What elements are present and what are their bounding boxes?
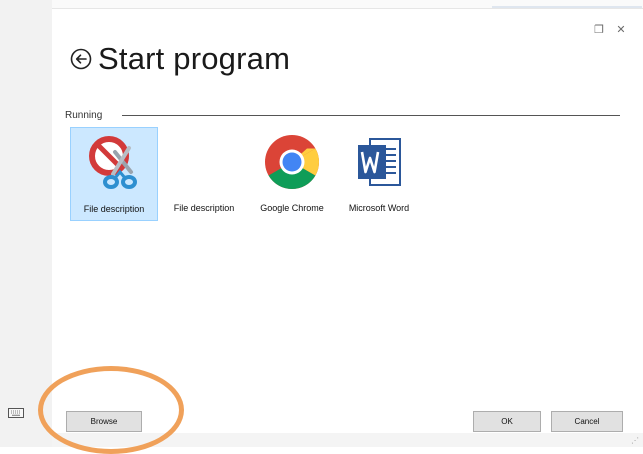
ok-button[interactable]: OK — [473, 411, 541, 432]
program-label: File description — [83, 204, 145, 214]
running-group-label: Running — [65, 110, 109, 121]
top-edge-accent — [492, 6, 642, 8]
browse-button[interactable]: Browse — [66, 411, 142, 432]
program-item-google-chrome[interactable]: Google Chrome — [250, 127, 334, 221]
program-label: Google Chrome — [260, 203, 324, 213]
program-label: Microsoft Word — [348, 203, 410, 213]
chrome-icon — [265, 135, 320, 189]
word-icon — [358, 138, 401, 186]
restore-button[interactable]: ❐ — [592, 23, 606, 37]
left-side-panel — [0, 0, 52, 447]
keyboard-icon[interactable] — [8, 408, 24, 418]
top-edge — [52, 0, 643, 9]
header: Start program — [70, 39, 290, 79]
program-label: File description — [173, 203, 235, 213]
resize-grip-icon[interactable]: ⋰ — [631, 436, 639, 445]
page-title: Start program — [98, 41, 291, 76]
program-item-file-description-2[interactable]: File description — [162, 127, 246, 221]
cancel-button[interactable]: Cancel — [551, 411, 623, 432]
snipping-tool-icon — [89, 136, 137, 189]
start-program-dialog: ❐ ✕ Start program Running File descripti… — [52, 9, 635, 432]
group-divider — [122, 115, 620, 116]
back-arrow-circle-icon[interactable] — [70, 48, 92, 70]
program-item-microsoft-word[interactable]: Microsoft Word — [337, 127, 421, 221]
program-item-file-description-1[interactable]: File description — [70, 127, 158, 221]
bottom-edge: ⋰ — [52, 433, 643, 447]
blank-program-icon — [175, 133, 233, 191]
close-button[interactable]: ✕ — [614, 23, 628, 37]
